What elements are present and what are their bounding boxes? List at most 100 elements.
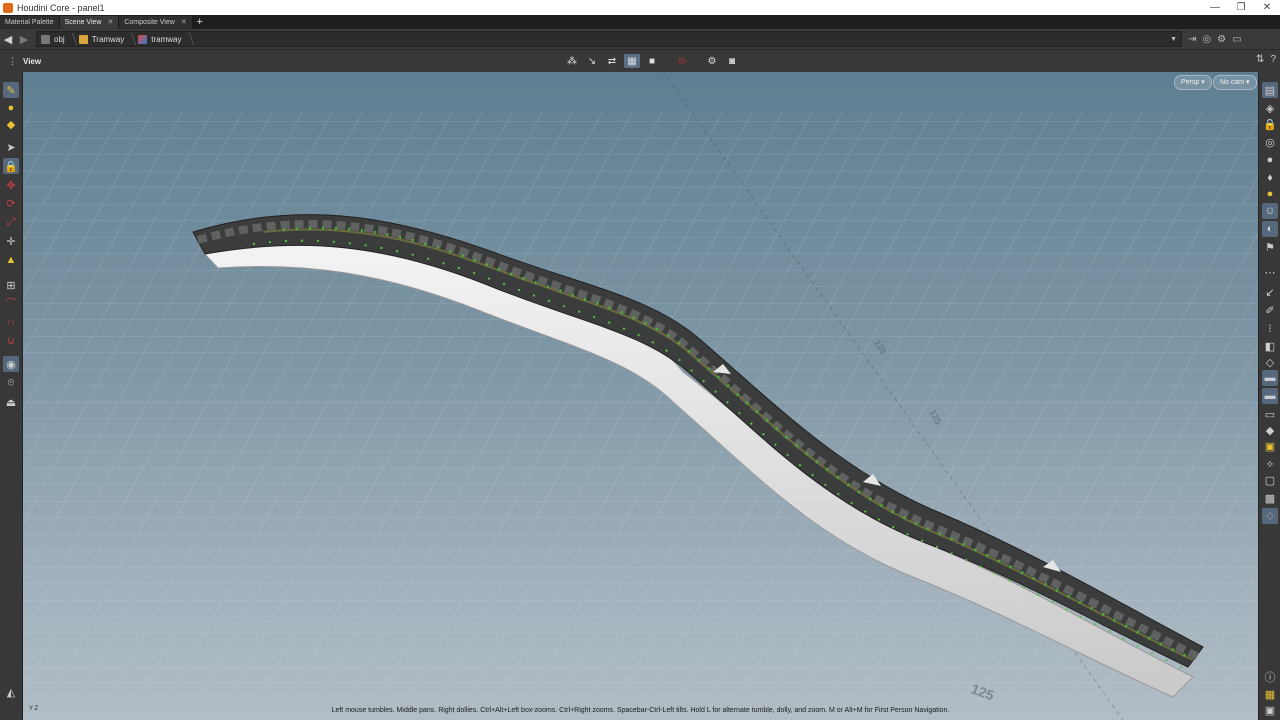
background-icon[interactable]: ♢ <box>1262 508 1278 524</box>
close-tab-icon[interactable]: ✕ <box>107 16 113 29</box>
snapshot-view-icon[interactable]: ▣ <box>1262 702 1278 718</box>
select-visible-icon[interactable]: ■ <box>644 54 660 68</box>
sop-node-icon <box>138 34 148 44</box>
toolbar-divider <box>694 54 700 68</box>
camera-view-icon[interactable]: ▩ <box>1262 490 1278 506</box>
scene-viewport[interactable]: Persp ▾ No cam ▾ 125 125 125 Y Z Left mo… <box>23 72 1258 720</box>
crumb-tramway-object[interactable]: Tramway <box>75 32 135 46</box>
quad-view-icon[interactable]: ▦ <box>1262 686 1278 702</box>
view-label: ⋮ View <box>8 56 41 67</box>
flag-icon[interactable]: ⚑ <box>1262 239 1278 255</box>
visualize-icon[interactable]: ◭ <box>3 684 19 700</box>
select-edges-icon[interactable]: ↘ <box>584 54 600 68</box>
points-icon[interactable]: ⁝ <box>1262 320 1278 336</box>
crumb-label: Tramway <box>91 34 125 44</box>
orbit-icon[interactable]: ◉ <box>3 356 19 372</box>
magnet-icon[interactable]: ∪ <box>3 332 19 348</box>
rotate-icon[interactable]: ⟳ <box>3 195 19 211</box>
paint-icon[interactable]: ◆ <box>3 116 19 132</box>
scale-icon[interactable]: ⤢ <box>3 214 19 230</box>
tab-label: Scene View <box>64 19 102 26</box>
snapshot-icon[interactable]: ⚙ <box>704 54 720 68</box>
selection-tools: ⁂ ↘ ⇄ ▦ ■ ⊖ ⚙ ◙ <box>564 54 740 68</box>
viewer-toolbar: ⋮ View ⁂ ↘ ⇄ ▦ ■ ⊖ ⚙ ◙ ⇅ ? <box>0 49 1280 73</box>
handle-icon[interactable]: ● <box>3 100 19 116</box>
textured-icon[interactable]: ▬ <box>1262 388 1278 404</box>
snap-grid-icon[interactable]: ⊞ <box>3 277 19 293</box>
tab-composite-view[interactable]: Composite View ✕ <box>119 16 193 29</box>
pivot-icon[interactable]: ✛ <box>3 233 19 249</box>
xray-icon[interactable]: ✧ <box>1262 456 1278 472</box>
select-primitives-icon[interactable]: ⇄ <box>604 54 620 68</box>
left-toolbar: ✎ ● ◆ ➤ 🔒 ✥ ⟳ ⤢ ✛ ▲ ⊞ ⌒ ∩ ∪ ◉ ⌾ ⏏ ◭ <box>0 72 23 720</box>
layout-icon[interactable]: ⚙ <box>1217 34 1226 45</box>
wireframe-icon[interactable]: ◇ <box>1262 354 1278 370</box>
expand-icon[interactable]: ▭ <box>1232 34 1241 45</box>
back-arrow-icon[interactable]: ◀ <box>0 33 16 46</box>
info-icon[interactable]: ⓘ <box>1262 669 1278 685</box>
network-icon <box>41 34 50 44</box>
right-toolbar: ▤ ◈ 🔒 ◎ ● ♦ ● ☺ ◐ ⚑ ⋯ ↙ ✐ ⁝ ◧ ◇ ▬ ▬ ▭ ◆ … <box>1258 72 1280 720</box>
normals-icon[interactable]: ↙ <box>1262 284 1278 300</box>
toolbar-divider <box>664 54 670 68</box>
forward-arrow-icon[interactable]: ▶ <box>16 33 32 46</box>
path-tools: ⇥ ◎ ⚙ ▭ <box>1188 34 1242 45</box>
scene-canvas[interactable] <box>23 72 1258 720</box>
texture-icon[interactable]: ▣ <box>1262 438 1278 454</box>
breadcrumb: obj Tramway tramway ▼ <box>36 31 1182 47</box>
help-icon[interactable]: ? <box>1270 54 1276 65</box>
bounding-box-icon[interactable]: ▢ <box>1262 472 1278 488</box>
view-title: View <box>23 57 42 66</box>
flat-shaded-icon[interactable]: ▭ <box>1262 406 1278 422</box>
link-icon[interactable]: ◎ <box>1202 34 1211 45</box>
tab-material-palette[interactable]: Material Palette <box>0 16 60 29</box>
select-objects-icon[interactable]: ▦ <box>624 54 640 68</box>
add-tab-button[interactable]: + <box>193 16 207 29</box>
shading-icon[interactable]: ◧ <box>1262 338 1278 354</box>
chevron-down-icon[interactable]: ▼ <box>1170 36 1177 43</box>
crumb-tramway-sop[interactable]: tramway <box>134 32 191 46</box>
select-points-icon[interactable]: ⁂ <box>564 54 580 68</box>
frame-icon[interactable]: ⏏ <box>3 394 19 410</box>
pin-icon[interactable]: ⇥ <box>1188 34 1196 45</box>
snap-prim-icon[interactable]: ⌒ <box>3 295 19 311</box>
ghosted-icon[interactable]: ◆ <box>1262 422 1278 438</box>
minimize-button[interactable]: — <box>1202 2 1228 13</box>
crumb-obj[interactable]: obj <box>37 32 75 46</box>
sort-icon[interactable]: ⇅ <box>1256 54 1264 65</box>
window-title: Houdini Core - panel1 <box>17 2 105 13</box>
pane-menu-icon[interactable]: ⋮ <box>8 56 17 67</box>
smooth-shaded-icon[interactable]: ▬ <box>1262 370 1278 386</box>
tab-scene-view[interactable]: Scene View ✕ <box>59 16 120 29</box>
target-icon[interactable]: ◎ <box>1262 134 1278 150</box>
lock-icon[interactable]: 🔒 <box>3 158 19 174</box>
camera-menu[interactable]: No cam ▾ <box>1213 75 1257 90</box>
maximize-button[interactable]: ❐ <box>1228 2 1254 13</box>
lock-camera-icon[interactable]: 🔒 <box>1262 116 1278 132</box>
houdini-app-icon <box>3 2 13 13</box>
pen-icon[interactable]: ▲ <box>3 252 19 268</box>
move-icon[interactable]: ✥ <box>3 177 19 193</box>
display-options-icon[interactable]: ▤ <box>1262 82 1278 98</box>
path-bar: ◀ ▶ obj Tramway tramway ▼ ⇥ ◎ ⚙ ▭ <box>0 29 1280 49</box>
sphere-icon[interactable]: ● <box>1262 152 1278 168</box>
ghost-icon[interactable]: ◐ <box>1262 221 1278 237</box>
viewport-status-message: Left mouse tumbles. Middle pans. Right d… <box>331 707 950 714</box>
select-arrow-icon[interactable]: ➤ <box>3 139 19 155</box>
layer-icon[interactable]: ◈ <box>1262 100 1278 116</box>
tab-label: Composite View <box>124 19 175 26</box>
secure-selection-icon[interactable]: ⊖ <box>674 54 690 68</box>
light-icon[interactable]: ♦ <box>1262 170 1278 186</box>
bulb-icon[interactable]: ● <box>1262 186 1278 202</box>
projection-menu[interactable]: Persp ▾ <box>1174 75 1212 90</box>
geo-object-icon <box>78 34 88 44</box>
window-titlebar: Houdini Core - panel1 — ❐ ✕ <box>0 0 1280 15</box>
user-icon[interactable]: ☺ <box>1262 203 1278 219</box>
close-tab-icon[interactable]: ✕ <box>181 16 187 29</box>
camera-icon[interactable]: ◙ <box>724 54 740 68</box>
brush-icon[interactable]: ✐ <box>1262 302 1278 318</box>
close-button[interactable]: ✕ <box>1254 2 1280 13</box>
snap-point-icon[interactable]: ∩ <box>3 314 19 330</box>
pose-icon[interactable]: ✎ <box>3 82 19 98</box>
home-icon[interactable]: ⌾ <box>3 375 19 391</box>
